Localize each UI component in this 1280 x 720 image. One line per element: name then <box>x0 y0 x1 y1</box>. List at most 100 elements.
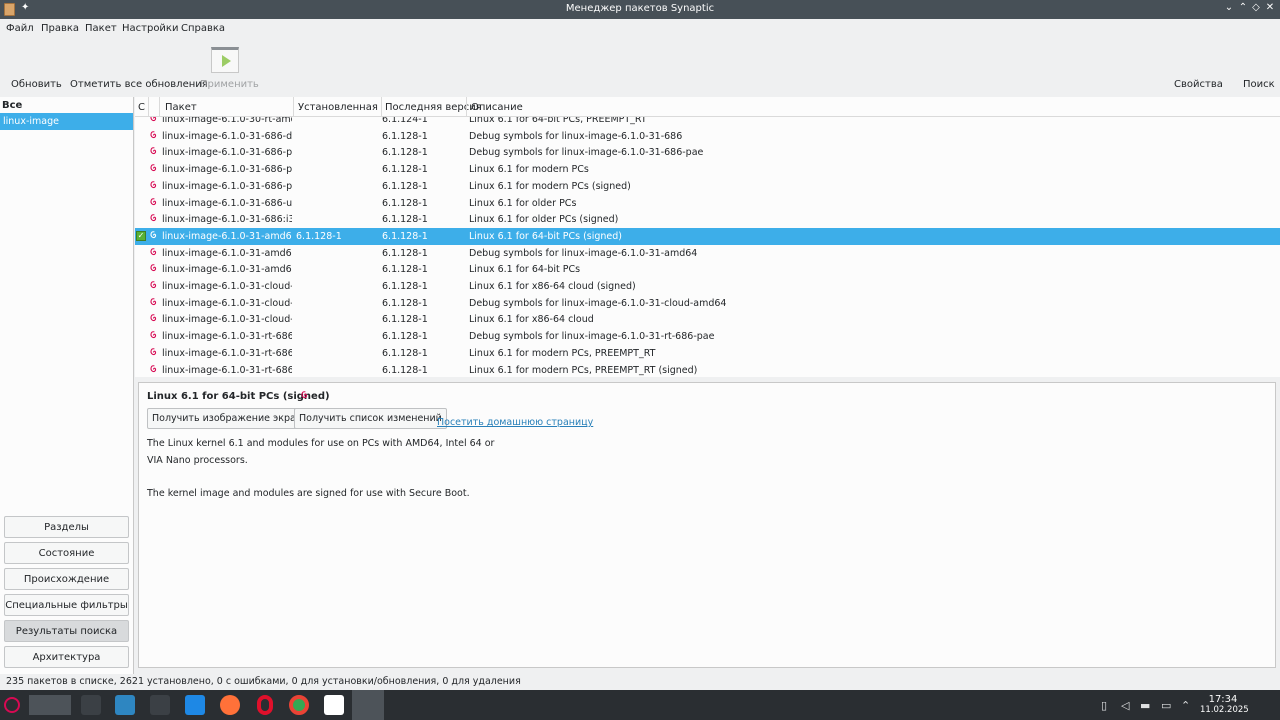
latest-version: 6.1.128-1 <box>382 230 428 242</box>
pager-icon[interactable] <box>29 695 71 715</box>
table-row[interactable]: linux-image-6.1.0-31-686-pae-ur 6.1.128-1… <box>135 161 1280 178</box>
menu-edit[interactable]: Правка <box>41 23 79 34</box>
package-rows: linux-image-6.1.0-30-rt-amd64-u 6.1.124-1… <box>135 117 1280 377</box>
system-settings-icon[interactable] <box>81 695 101 715</box>
get-screenshot-button[interactable]: Получить изображение экрана <box>147 408 313 429</box>
clock[interactable]: 17:34 11.02.2025 <box>1200 694 1249 715</box>
taskbar: ▯ ◁ ▬ ▭ ⌃ 17:34 11.02.2025 <box>0 690 1280 720</box>
keep-above-icon[interactable]: ◇ <box>1249 2 1263 13</box>
package-name: linux-image-6.1.0-31-686-pae:i3 <box>162 180 292 192</box>
custom-filters-button[interactable]: Специальные фильтры <box>4 594 129 616</box>
package-description: Linux 6.1 for 64-bit PCs <box>469 264 581 276</box>
package-name: linux-image-6.1.0-31-rt-686-pae <box>162 331 292 343</box>
clipboard-icon[interactable]: ▯ <box>1101 699 1107 712</box>
homepage-link[interactable]: Посетить домашнюю страницу <box>437 417 593 428</box>
package-list: С Пакет Установленная вер Последняя верс… <box>135 97 1280 377</box>
latest-version: 6.1.128-1 <box>382 214 428 226</box>
latest-version: 6.1.128-1 <box>382 164 428 176</box>
window-title: Менеджер пакетов Synaptic <box>565 3 715 14</box>
package-name: linux-image-6.1.0-31-amd64 <box>162 230 292 242</box>
search-button[interactable]: Поиск <box>1243 79 1275 90</box>
package-description: Linux 6.1 for x86-64 cloud <box>469 314 594 326</box>
terminal-icon[interactable] <box>150 695 170 715</box>
package-name: linux-image-6.1.0-31-686-pae-dl <box>162 147 292 159</box>
keyboard-layout-icon[interactable]: ▬ <box>1140 699 1150 712</box>
close-icon[interactable]: ✕ <box>1263 2 1277 13</box>
latest-version: 6.1.128-1 <box>382 147 428 159</box>
synaptic-task-icon[interactable] <box>352 690 384 720</box>
debian-menu-icon[interactable] <box>4 697 20 713</box>
origin-button[interactable]: Происхождение <box>4 568 129 590</box>
discover-store-icon[interactable] <box>185 695 205 715</box>
latest-version: 6.1.128-1 <box>382 130 428 142</box>
network-icon[interactable]: ▭ <box>1161 699 1171 712</box>
apply-button[interactable]: Применить <box>200 79 259 90</box>
get-changelog-button[interactable]: Получить список изменений <box>294 408 447 429</box>
table-row[interactable]: linux-image-6.1.0-31-686-pae-dl 6.1.128-1… <box>135 144 1280 161</box>
table-row[interactable]: linux-image-6.1.0-31-rt-686-pae 6.1.128-1… <box>135 328 1280 345</box>
volume-icon[interactable]: ◁ <box>1121 699 1129 712</box>
table-row[interactable]: ✓ linux-image-6.1.0-31-amd64 6.1.128-1 6.1.… <box>135 227 1280 245</box>
debian-swirl-icon <box>150 181 157 188</box>
description-line-1: The Linux kernel 6.1 and modules for use… <box>147 438 495 449</box>
opera-icon[interactable] <box>257 695 273 715</box>
column-status[interactable]: С <box>138 102 145 113</box>
table-row[interactable]: linux-image-6.1.0-31-686-pae:i3 6.1.128-1… <box>135 178 1280 195</box>
debian-swirl-icon <box>150 348 157 355</box>
show-hidden-icons-icon[interactable]: ⌃ <box>1181 699 1190 712</box>
chrome-icon[interactable] <box>289 695 309 715</box>
menu-file[interactable]: Файл <box>6 23 34 34</box>
column-latest-version[interactable]: Последняя версия <box>385 102 482 113</box>
toolbar: Обновить Отметить все обновления Примени… <box>0 39 1280 97</box>
menu-help[interactable]: Справка <box>181 23 225 34</box>
package-description: Linux 6.1 for modern PCs, PREEMPT_RT (si… <box>469 364 698 376</box>
sidebar-item-linux-image[interactable]: linux-image <box>0 113 133 130</box>
package-name: linux-image-6.1.0-31-rt-686-pae <box>162 347 292 359</box>
package-description: Debug symbols for linux-image-6.1.0-31-6… <box>469 130 683 142</box>
clock-time: 17:34 <box>1208 694 1238 705</box>
table-row[interactable]: linux-image-6.1.0-31-cloud-amd 6.1.128-1 L… <box>135 278 1280 295</box>
status-button[interactable]: Состояние <box>4 542 129 564</box>
search-results-button[interactable]: Результаты поиска <box>4 620 129 642</box>
properties-button[interactable]: Свойства <box>1174 79 1223 90</box>
table-row[interactable]: linux-image-6.1.0-31-686:i386 6.1.128-1 Li… <box>135 211 1280 228</box>
menu-package[interactable]: Пакет <box>85 23 117 34</box>
maximize-icon[interactable]: ⌃ <box>1236 2 1250 13</box>
system-monitor-icon[interactable] <box>324 695 344 715</box>
package-description: Debug symbols for linux-image-6.1.0-31-r… <box>469 331 715 343</box>
description-line-2: VIA Nano processors. <box>147 455 248 466</box>
table-row[interactable]: linux-image-6.1.0-31-amd64-uns 6.1.128-1 L… <box>135 261 1280 278</box>
column-package[interactable]: Пакет <box>165 102 197 113</box>
architecture-button[interactable]: Архитектура <box>4 646 129 668</box>
minimize-icon[interactable]: ⌄ <box>1222 2 1236 13</box>
table-row[interactable]: linux-image-6.1.0-31-rt-686-pae 6.1.128-1… <box>135 362 1280 378</box>
table-row[interactable]: linux-image-6.1.0-31-686-dbg:i3 6.1.128-1… <box>135 128 1280 145</box>
column-description[interactable]: Описание <box>471 102 523 113</box>
table-row[interactable]: linux-image-6.1.0-31-rt-686-pae 6.1.128-1… <box>135 345 1280 362</box>
debian-swirl-icon <box>150 331 157 339</box>
sections-button[interactable]: Разделы <box>4 516 129 538</box>
package-name: linux-image-6.1.0-31-rt-686-pae <box>162 364 292 376</box>
clock-date: 11.02.2025 <box>1200 705 1249 715</box>
table-row[interactable]: linux-image-6.1.0-30-rt-amd64-u 6.1.124-1… <box>135 117 1280 128</box>
debian-swirl-icon <box>150 214 157 222</box>
package-details: Linux 6.1 for 64-bit PCs (signed) Получи… <box>138 382 1276 668</box>
table-row[interactable]: linux-image-6.1.0-31-amd64-dbg 6.1.128-1 D… <box>135 245 1280 262</box>
package-name: linux-image-6.1.0-31-686-dbg:i3 <box>162 130 292 142</box>
mark-all-upgrades-button[interactable]: Отметить все обновления <box>70 79 208 90</box>
firefox-icon[interactable] <box>220 695 240 715</box>
table-row[interactable]: linux-image-6.1.0-31-686-unsigr 6.1.128-1… <box>135 195 1280 212</box>
reload-button[interactable]: Обновить <box>11 79 62 90</box>
menu-settings[interactable]: Настройки <box>122 23 178 34</box>
debian-swirl-icon <box>150 364 157 372</box>
table-row[interactable]: linux-image-6.1.0-31-cloud-amd 6.1.128-1 L… <box>135 311 1280 328</box>
table-row[interactable]: linux-image-6.1.0-31-cloud-amd 6.1.128-1 D… <box>135 295 1280 312</box>
package-description: Debug symbols for linux-image-6.1.0-31-6… <box>469 147 704 159</box>
column-installed-version[interactable]: Установленная вер <box>298 102 381 113</box>
package-description: Debug symbols for linux-image-6.1.0-31-a… <box>469 247 698 259</box>
installed-check-icon[interactable]: ✓ <box>136 230 146 241</box>
debian-swirl-icon <box>150 117 157 122</box>
latest-version: 6.1.128-1 <box>382 347 428 359</box>
file-manager-icon[interactable] <box>115 695 135 715</box>
description-line-3: The kernel image and modules are signed … <box>147 488 470 499</box>
